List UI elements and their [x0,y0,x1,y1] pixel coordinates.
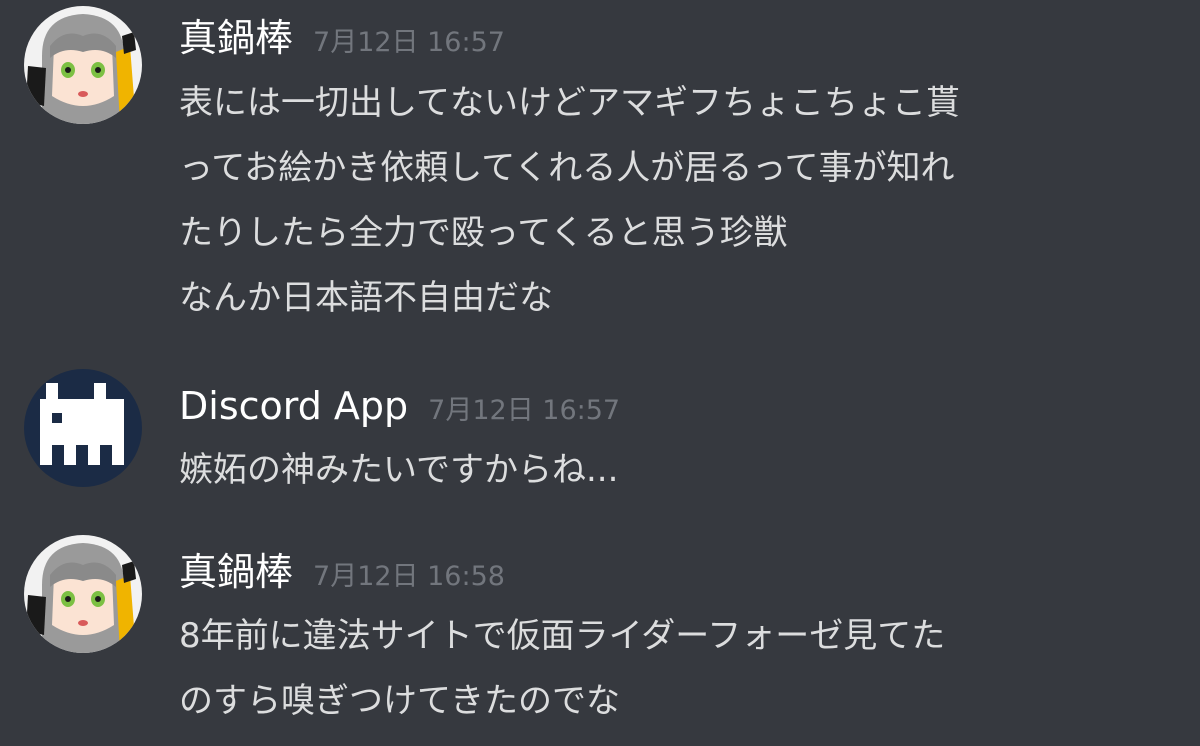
timestamp[interactable]: 7月12日 16:57 [428,383,620,439]
message-line: 8年前に違法サイトで仮面ライダーフォーゼ見てた [179,616,946,656]
message-line: 嫉妬の神みたいですからね... [179,450,619,490]
message-line: たりしたら全力で殴ってくると思う珍獣 [179,213,788,253]
anime-girl-avatar-icon [24,535,142,653]
message-header: Discord App 7月12日 16:57 [179,378,620,434]
message-header: 真鍋棒 7月12日 16:57 [179,10,505,66]
username[interactable]: Discord App [179,378,408,434]
message-line: ってお絵かき依頼してくれる人が居るって事が知れ [179,148,955,188]
message-line: のすら嗅ぎつけてきたのでな [179,681,620,721]
message-content: 表には一切出してないけどアマギフちょこちょこ貰 ってお絵かき依頼してくれる人が居… [179,71,1179,331]
message-content: 嫉妬の神みたいですからね... [179,438,1179,503]
pixel-creature-avatar-icon [24,369,142,487]
username[interactable]: 真鍋棒 [179,544,293,600]
user-avatar[interactable] [24,6,142,124]
timestamp[interactable]: 7月12日 16:57 [313,15,505,71]
message-header: 真鍋棒 7月12日 16:58 [179,544,505,600]
username[interactable]: 真鍋棒 [179,10,293,66]
anime-girl-avatar-icon [24,6,142,124]
user-avatar[interactable] [24,369,142,487]
message-line: 表には一切出してないけどアマギフちょこちょこ貰 [179,83,960,123]
message-content: 8年前に違法サイトで仮面ライダーフォーゼ見てた のすら嗅ぎつけてきたのでな [179,604,1179,734]
user-avatar[interactable] [24,535,142,653]
message-line: なんか日本語不自由だな [179,278,553,318]
timestamp[interactable]: 7月12日 16:58 [313,549,505,605]
